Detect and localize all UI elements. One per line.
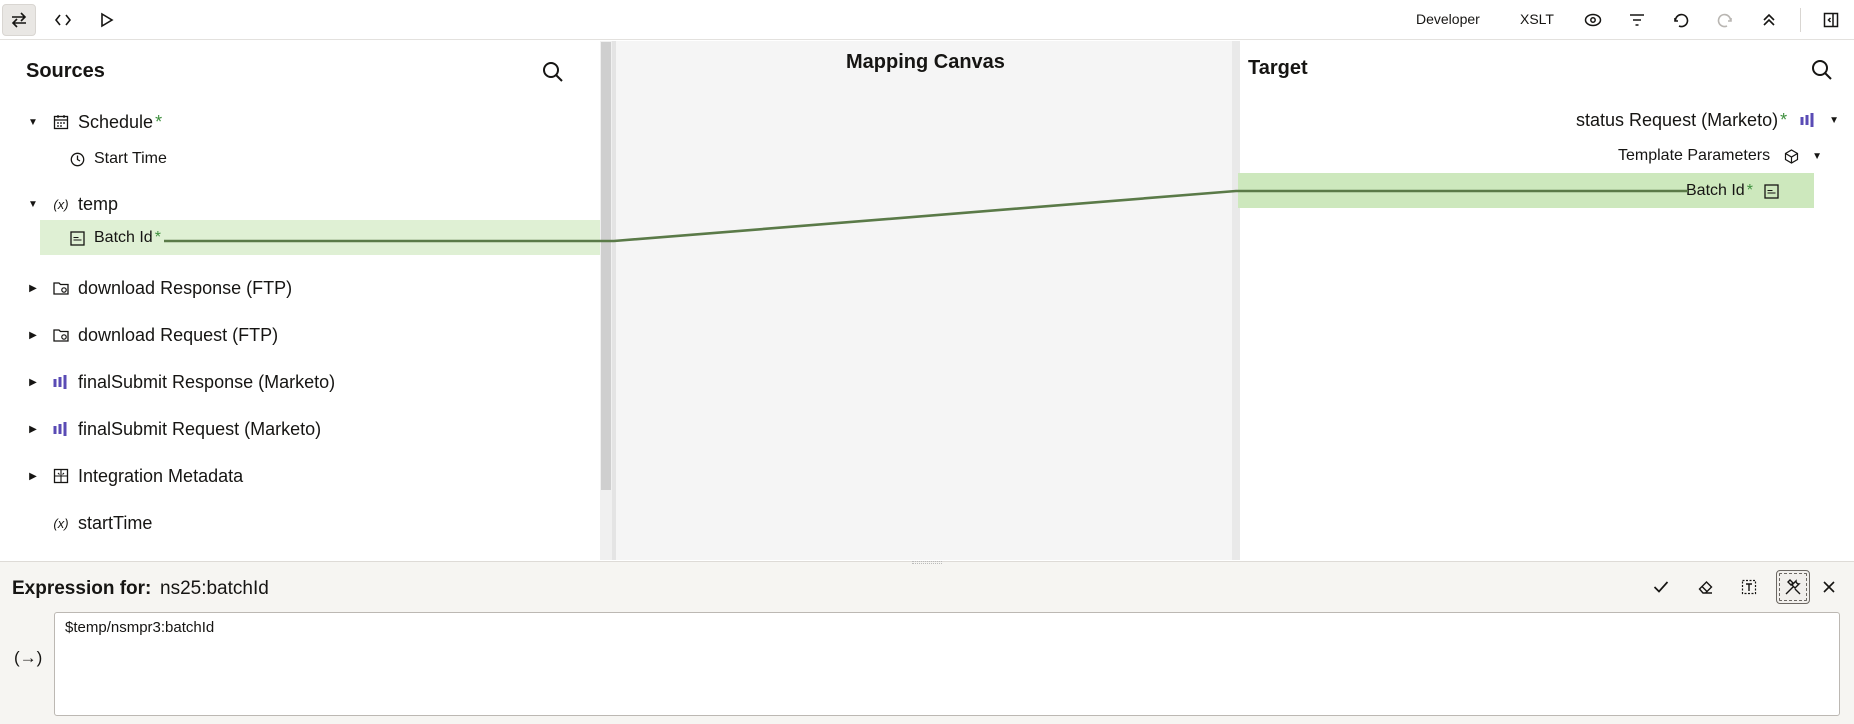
canvas-title: Mapping Canvas bbox=[846, 51, 1005, 73]
filter-icon[interactable] bbox=[1620, 4, 1654, 36]
source-item-batch-id[interactable]: Batch Id * bbox=[68, 221, 161, 255]
expression-text[interactable]: $temp/nsmpr3:batchId bbox=[65, 619, 214, 636]
source-item-label: temp bbox=[78, 193, 119, 214]
expression-editor[interactable]: $temp/nsmpr3:batchId bbox=[54, 612, 1840, 716]
required-marker: * bbox=[1780, 109, 1788, 130]
variable-icon: (x) bbox=[53, 515, 69, 531]
eraser-icon[interactable] bbox=[1688, 570, 1722, 604]
source-item-finalsubmit-response[interactable]: ▶ finalSubmit Response (Marketo) bbox=[26, 365, 335, 399]
toolbar-divider bbox=[1800, 8, 1801, 32]
clock-icon bbox=[68, 150, 86, 168]
check-icon[interactable] bbox=[1644, 570, 1678, 604]
source-item-label: finalSubmit Request (Marketo) bbox=[78, 418, 322, 439]
chevron-down-icon[interactable]: ▼ bbox=[1810, 149, 1824, 163]
panel-toggle-icon[interactable] bbox=[1814, 4, 1848, 36]
required-marker: * bbox=[155, 111, 163, 132]
redo-icon[interactable] bbox=[1708, 4, 1742, 36]
chevron-down-icon[interactable]: ▼ bbox=[1827, 113, 1841, 127]
source-item-label: download Response (FTP) bbox=[78, 277, 293, 298]
expression-mode-symbol[interactable]: (→) bbox=[14, 648, 42, 668]
folder-icon bbox=[52, 279, 70, 297]
source-item-label: startTime bbox=[78, 512, 153, 533]
target-item-label: Batch Id bbox=[1686, 182, 1745, 199]
chevron-right-icon[interactable]: ▶ bbox=[26, 281, 40, 295]
target-title: Target bbox=[1248, 57, 1308, 79]
toolbar: Developer XSLT bbox=[0, 0, 1854, 40]
undo-icon[interactable] bbox=[1664, 4, 1698, 36]
search-icon[interactable] bbox=[1811, 59, 1833, 81]
metadata-icon bbox=[52, 467, 70, 485]
string-icon bbox=[1763, 182, 1781, 200]
folder-icon bbox=[52, 326, 70, 344]
calendar-icon bbox=[52, 113, 70, 131]
tools-icon[interactable] bbox=[1776, 570, 1810, 604]
resize-handle[interactable] bbox=[912, 561, 942, 564]
canvas-right-divider[interactable] bbox=[1232, 41, 1240, 560]
required-marker: * bbox=[1746, 182, 1753, 199]
source-item-label: download Request (FTP) bbox=[78, 324, 279, 345]
source-item-label: Schedule bbox=[78, 111, 154, 132]
source-item-label: Integration Metadata bbox=[78, 465, 244, 486]
chevron-right-icon[interactable]: ▶ bbox=[26, 422, 40, 436]
xslt-button[interactable]: XSLT bbox=[1520, 11, 1554, 27]
eye-icon[interactable] bbox=[1576, 4, 1610, 36]
search-icon[interactable] bbox=[542, 61, 564, 83]
mapping-canvas: Mapping Canvas bbox=[616, 41, 1232, 560]
chevron-right-icon[interactable]: ▶ bbox=[26, 375, 40, 389]
target-item-label: status Request (Marketo) bbox=[1576, 109, 1779, 130]
target-item-label: Template Parameters bbox=[1618, 147, 1771, 164]
source-item-download-request[interactable]: ▶ download Request (FTP) bbox=[26, 318, 278, 352]
expression-target-name: ns25:batchId bbox=[160, 578, 269, 599]
cube-icon bbox=[1782, 147, 1800, 165]
expression-panel: Expression for: ns25:batchId (→) $temp/n… bbox=[0, 561, 1854, 724]
source-item-download-response[interactable]: ▶ download Response (FTP) bbox=[26, 271, 292, 305]
expression-label: Expression for: bbox=[12, 578, 152, 599]
source-item-integration-metadata[interactable]: ▶ Integration Metadata bbox=[26, 459, 243, 493]
developer-mode-label[interactable]: Developer bbox=[1416, 11, 1480, 27]
target-item-status-request[interactable]: status Request (Marketo) * ▼ bbox=[1576, 103, 1853, 137]
chevron-down-icon[interactable]: ▼ bbox=[26, 197, 40, 211]
string-icon bbox=[68, 229, 86, 247]
source-item-label: finalSubmit Response (Marketo) bbox=[78, 371, 336, 392]
play-icon[interactable] bbox=[90, 4, 124, 36]
variable-icon: (x) bbox=[53, 196, 69, 212]
source-item-starttime[interactable]: (x) startTime bbox=[26, 506, 152, 540]
chevron-right-icon[interactable]: ▶ bbox=[26, 469, 40, 483]
text-frame-icon[interactable] bbox=[1732, 570, 1766, 604]
sources-scroll-thumb[interactable] bbox=[601, 42, 611, 490]
close-icon[interactable] bbox=[1812, 570, 1846, 604]
source-item-start-time[interactable]: Start Time bbox=[68, 142, 167, 176]
marketo-icon bbox=[52, 373, 70, 391]
source-item-temp[interactable]: ▼ (x) temp bbox=[26, 187, 118, 221]
marketo-icon bbox=[1799, 111, 1817, 129]
source-item-label: Start Time bbox=[94, 150, 167, 167]
target-item-template-parameters[interactable]: Template Parameters ▼ bbox=[1618, 139, 1836, 173]
code-icon[interactable] bbox=[46, 4, 80, 36]
sources-title: Sources bbox=[26, 60, 105, 82]
required-marker: * bbox=[154, 229, 161, 246]
marketo-icon bbox=[52, 420, 70, 438]
chevron-down-icon[interactable]: ▼ bbox=[26, 115, 40, 129]
source-item-finalsubmit-request[interactable]: ▶ finalSubmit Request (Marketo) bbox=[26, 412, 321, 446]
target-item-batch-id[interactable]: Batch Id * bbox=[1686, 174, 1789, 208]
collapse-icon[interactable] bbox=[1752, 4, 1786, 36]
source-item-schedule[interactable]: ▼ Schedule * bbox=[26, 105, 162, 139]
chevron-right-icon[interactable]: ▶ bbox=[26, 328, 40, 342]
swap-icon[interactable] bbox=[2, 4, 36, 36]
source-item-label: Batch Id bbox=[94, 229, 153, 246]
